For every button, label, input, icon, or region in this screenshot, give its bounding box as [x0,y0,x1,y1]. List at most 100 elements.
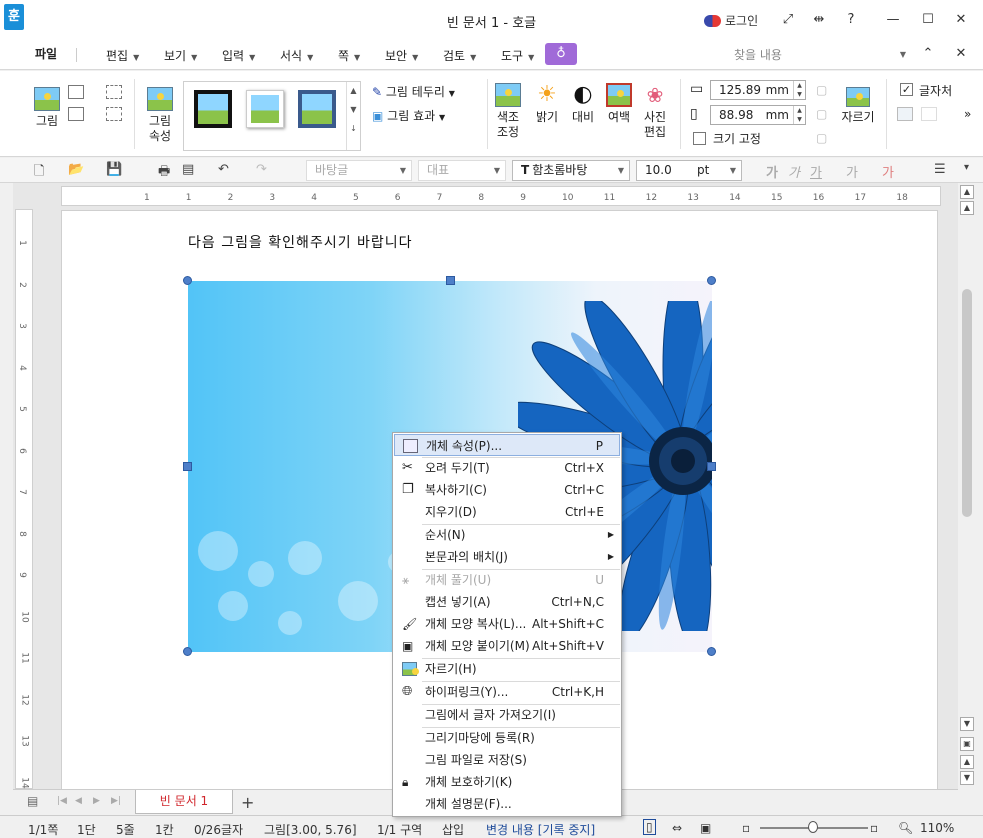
help-icon[interactable]: ? [840,10,862,30]
picture-properties-button[interactable]: 그림 속성 [144,87,176,144]
menu-insert[interactable]: 입력 ▼ [222,47,255,64]
menu-review[interactable]: 검토 ▼ [443,47,476,64]
add-tab-button[interactable]: + [241,793,254,812]
vertical-scrollbar[interactable]: ▲ ▲ ▼ ▣ ▲ ▼ [958,183,976,789]
menu-edit[interactable]: 편집 ▼ [106,47,139,64]
status-track-changes[interactable]: 변경 내용 [기록 중지] [486,821,595,838]
picture-effect-button[interactable]: ▣ 그림 효과 ▼ [372,107,445,124]
margin-button[interactable]: 여백 [604,83,634,125]
zoom-slider-knob[interactable] [808,821,818,833]
crop-button[interactable]: 자르기 [840,87,876,125]
menu-item-ungroup[interactable]: ⚹ 개체 풀기(U) U [394,569,620,591]
menu-view[interactable]: 보기 ▼ [164,47,197,64]
resize-handle-top-left[interactable] [183,276,192,285]
menu-format[interactable]: 서식 ▼ [280,47,313,64]
scroll-down-button[interactable]: ▼ [960,717,974,731]
menu-item-delete[interactable]: 지우기(D) Ctrl+E [394,501,620,523]
print-icon[interactable]: 🖶 [158,162,170,184]
prev-page-button[interactable]: ▲ [960,755,974,769]
align-justify-icon[interactable]: ☰ [934,162,946,177]
style-thumb-white[interactable] [246,90,284,128]
minimize-button[interactable]: — [882,10,904,30]
ribbon-collapse-button[interactable]: ⌃ [917,44,939,64]
preview-icon[interactable]: ▤ [182,162,194,177]
menu-item-crop[interactable]: 자르기(H) [394,658,620,680]
wrap-text-checkbox[interactable]: ✓ [900,83,913,96]
spin-arrows-icon[interactable]: ▲ ▼ [793,106,805,124]
scroll-up-page-button[interactable]: ▲ [960,201,974,215]
menu-item-copy[interactable]: ❐ 복사하기(C) Ctrl+C [394,479,620,501]
brightness-button[interactable]: ☀ 밝기 [532,83,562,125]
spin-arrows-icon[interactable]: ▲ ▼ [793,81,805,99]
rotate-icon[interactable] [106,85,122,99]
picture-button[interactable]: 그림 [32,87,62,129]
next-tab-icon[interactable]: ▶ [93,796,100,806]
photo-edit-button[interactable]: ❀ 사진 편집 [640,83,670,140]
document-body-text[interactable]: 다음 그림을 확인해주시기 바랍니다 [188,232,413,252]
picture-style-gallery[interactable]: ▲ ▼ ↓ [183,81,361,151]
fit-width-icon[interactable]: ⇹ [808,10,830,30]
next-page-button[interactable]: ▼ [960,771,974,785]
select-area-icon[interactable] [106,107,122,121]
strike-button[interactable]: 가 [846,162,858,181]
first-tab-icon[interactable]: |◀ [57,796,67,806]
status-insert-mode[interactable]: 삽입 [442,821,464,838]
assistant-button[interactable]: ♁ [545,43,577,65]
resize-handle-bottom-right[interactable] [707,647,716,656]
resize-handle-bottom-left[interactable] [183,647,192,656]
wrap-square-icon[interactable] [897,107,913,121]
font-select[interactable]: T 함초롬바탕 ▼ [512,160,630,181]
menu-item-object-properties[interactable]: 개체 속성(P)... P [394,434,620,456]
toolbar-more-icon[interactable]: ▾ [964,162,969,173]
menu-item-protect[interactable]: 🔒︎ 개체 보호하기(K) [394,771,620,793]
menu-page[interactable]: 쪽 ▼ [338,47,360,64]
horizontal-ruler[interactable]: 1 1 2 3 4 5 6 7 8 9 10 11 12 13 14 15 16 17 18 [61,186,941,206]
view-web-icon[interactable]: ⇔ [672,821,682,835]
open-folder-icon[interactable]: 📂 [68,162,84,177]
scrollbar-thumb[interactable] [962,289,972,517]
style-select[interactable]: 바탕글 ▼ [306,160,412,181]
resize-handle-top[interactable] [446,276,455,285]
wrap-tight-icon[interactable] [921,107,937,121]
menu-item-hyperlink[interactable]: 🌐︎ 하이퍼링크(Y)... Ctrl+K,H [394,681,620,703]
menu-item-save-picture[interactable]: 그림 파일로 저장(S) [394,749,620,771]
style-thumb-navy[interactable] [298,90,336,128]
menu-tools[interactable]: 도구 ▼ [501,47,534,64]
scroll-up-button[interactable]: ▲ [960,185,974,199]
fullscreen-icon[interactable]: ⤢ [777,10,799,30]
tab-document-1[interactable]: 빈 문서 1 [135,790,233,814]
view-page-icon[interactable]: ▣ [700,821,711,835]
size-lock-checkbox[interactable] [693,132,706,145]
resize-handle-top-right[interactable] [707,276,716,285]
view-mode-button[interactable]: ▣ [960,737,974,751]
menu-item-insert-caption[interactable]: 캡션 넣기(A) Ctrl+N,C [394,591,620,613]
menu-item-order[interactable]: 순서(N) ▶ [394,524,620,546]
ribbon-more-button[interactable]: » [964,107,971,121]
menu-security[interactable]: 보안 ▼ [385,47,418,64]
doc-list-icon[interactable]: ▤ [27,794,38,808]
menu-item-cut[interactable]: ✂ 오려 두기(T) Ctrl+X [394,457,620,479]
menu-item-description[interactable]: 개체 설명문(F)... [394,793,620,815]
close-button[interactable]: ✕ [950,10,972,30]
login-button[interactable]: 로그인 [704,12,758,29]
menu-item-copy-shape[interactable]: 🖌 개체 모양 복사(L)... Alt+Shift+C [394,613,620,635]
style-thumb-black[interactable] [194,90,232,128]
redo-icon[interactable]: ↷ [256,162,267,177]
font-color-button[interactable]: 가 [882,162,894,181]
search-input[interactable]: 찾을 내용 ▼ [722,44,910,66]
italic-button[interactable]: 가 [788,162,800,181]
bold-button[interactable]: 가 [766,162,778,181]
menu-item-paste-shape[interactable]: ▣ 개체 모양 붙이기(M) Alt+Shift+V [394,635,620,657]
underline-button[interactable]: 가 [810,162,822,181]
last-tab-icon[interactable]: ▶| [111,796,121,806]
zoom-out-icon[interactable]: ▫ [742,821,750,835]
magnifier-icon[interactable]: 🔍︎ [898,821,913,835]
maximize-button[interactable]: ☐ [917,10,939,30]
prev-tab-icon[interactable]: ◀ [75,796,82,806]
picture-border-button[interactable]: ✎ 그림 테두리 ▼ [372,83,455,100]
gallery-scroll[interactable]: ▲ ▼ ↓ [346,82,360,150]
vertical-ruler[interactable]: 1 2 3 4 5 6 7 8 9 10 11 12 13 14 [15,209,33,789]
view-normal-icon[interactable]: ▯ [643,819,656,835]
width-spinner[interactable]: 125.89 mm ▲ ▼ [710,80,806,100]
menu-item-register-gallery[interactable]: 그리기마당에 등록(R) [394,727,620,749]
